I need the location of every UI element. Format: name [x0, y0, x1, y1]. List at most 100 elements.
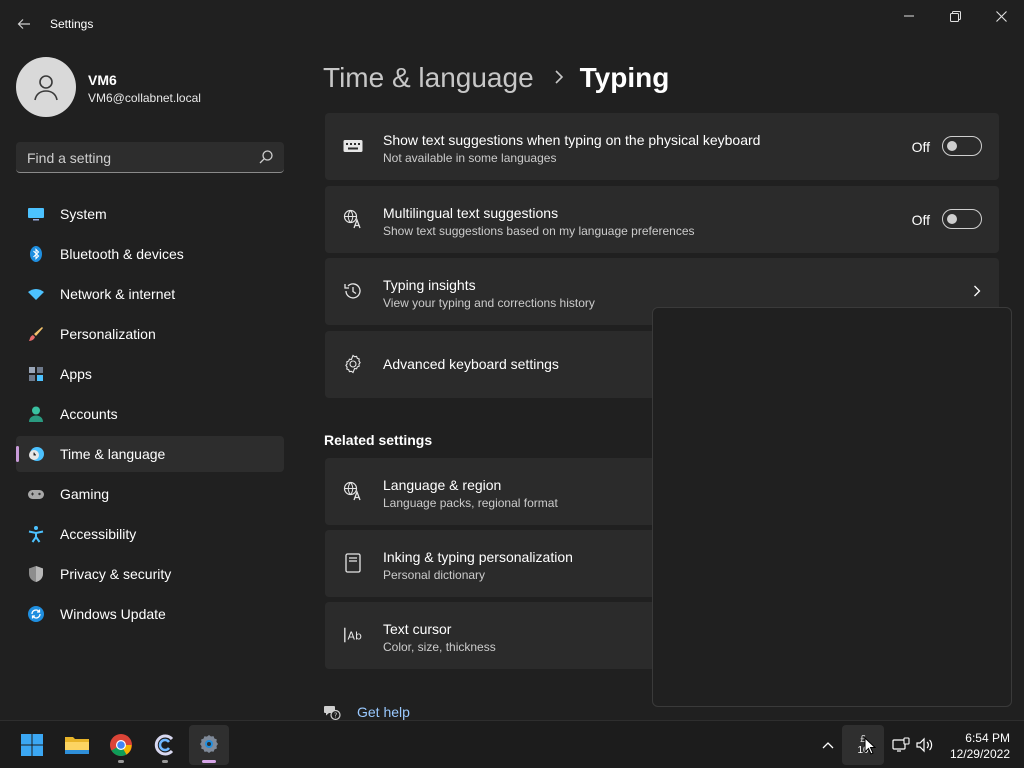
back-button[interactable] [10, 10, 38, 38]
settings-taskbar-button[interactable] [189, 725, 229, 765]
bluetooth-icon [27, 245, 45, 263]
sidebar-item-bluetooth[interactable]: Bluetooth & devices [16, 236, 284, 272]
close-icon [995, 10, 1007, 22]
clock[interactable]: 6:54 PM 12/29/2022 [950, 730, 1010, 762]
volume-icon [916, 737, 933, 753]
setting-subtitle: View your typing and corrections history [383, 296, 595, 310]
toggle-state: Off [911, 139, 930, 155]
chevron-right-icon [554, 68, 564, 89]
breadcrumb-parent[interactable]: Time & language [323, 62, 534, 94]
sidebar-item-accounts[interactable]: Accounts [16, 396, 284, 432]
sidebar-item-label: Accessibility [60, 526, 137, 542]
setting-subtitle: Not available in some languages [383, 151, 557, 165]
maximize-button[interactable] [932, 0, 978, 32]
chrome-button[interactable] [101, 725, 141, 765]
tray-partial-item[interactable]: £ 10 [842, 725, 884, 765]
title-bar: Settings [0, 0, 1024, 48]
sidebar-item-personalization[interactable]: Personalization [16, 316, 284, 352]
ccleaner-icon [154, 734, 174, 756]
clock-date: 12/29/2022 [949, 747, 1010, 761]
setting-subtitle: Show text suggestions based on my langua… [383, 224, 695, 238]
text-cursor-icon: Ab [343, 625, 363, 645]
start-icon [21, 734, 43, 756]
clock-globe-icon [27, 445, 45, 463]
person-icon [34, 75, 58, 101]
accessibility-icon [27, 525, 45, 543]
tray-flyout-panel[interactable] [652, 307, 1012, 707]
notebook-icon [343, 553, 363, 573]
brush-icon [27, 325, 45, 343]
running-indicator [202, 760, 216, 763]
show-hidden-icons-button[interactable] [816, 721, 840, 768]
setting-title: Advanced keyboard settings [383, 356, 559, 372]
wifi-icon [27, 285, 45, 303]
text-suggestions-card: Show text suggestions when typing on the… [325, 113, 999, 180]
setting-subtitle: Color, size, thickness [383, 640, 496, 654]
language-icon [343, 209, 363, 229]
setting-title: Show text suggestions when typing on the… [383, 132, 761, 148]
toggle-state: Off [911, 212, 930, 228]
volume-button[interactable] [914, 721, 936, 768]
setting-title: Language & region [383, 477, 502, 493]
apps-icon [27, 365, 45, 383]
running-indicator [118, 760, 124, 763]
sidebar-item-label: System [60, 206, 107, 222]
history-icon [343, 281, 363, 301]
help-chat-icon: ? [324, 706, 341, 721]
sidebar-item-label: Privacy & security [60, 566, 172, 582]
start-button[interactable] [12, 725, 52, 765]
minimize-button[interactable] [886, 0, 932, 32]
network-icon-button[interactable] [890, 721, 912, 768]
setting-title: Text cursor [383, 621, 452, 637]
language-icon [343, 481, 363, 501]
mouse-cursor-icon [864, 737, 876, 755]
sidebar-item-label: Gaming [60, 486, 110, 502]
ccleaner-button[interactable] [145, 725, 185, 765]
file-explorer-button[interactable] [57, 725, 97, 765]
clock-time: 6:54 PM [965, 731, 1010, 745]
avatar[interactable] [16, 57, 76, 117]
get-help-label: Get help [357, 704, 410, 720]
person-icon [27, 405, 45, 423]
sidebar-item-gaming[interactable]: Gaming [16, 476, 284, 512]
chevron-up-icon [822, 742, 834, 749]
multilingual-toggle[interactable] [942, 209, 982, 229]
sidebar-item-accessibility[interactable]: Accessibility [16, 516, 284, 552]
search-placeholder: Find a setting [27, 150, 112, 166]
app-title: Settings [50, 17, 94, 31]
sidebar-item-network[interactable]: Network & internet [16, 276, 284, 312]
svg-text:Ab: Ab [348, 630, 362, 643]
taskbar: £ 10 6:54 PM 12/29/2022 [0, 720, 1024, 768]
setting-title: Multilingual text suggestions [383, 205, 559, 221]
sidebar-item-time-language[interactable]: Time & language [16, 436, 284, 472]
sidebar-item-apps[interactable]: Apps [16, 356, 284, 392]
setting-title: Inking & typing personalization [383, 549, 573, 565]
text-suggestions-toggle[interactable] [942, 136, 982, 156]
monitor-icon [27, 205, 45, 223]
close-button[interactable] [978, 0, 1024, 32]
sidebar-item-label: Network & internet [60, 286, 176, 302]
svg-text:?: ? [334, 712, 338, 720]
setting-subtitle: Language packs, regional format [383, 496, 558, 510]
settings-icon [200, 735, 218, 753]
file-explorer-icon [65, 737, 89, 754]
sidebar-item-label: Time & language [60, 446, 166, 462]
sidebar-item-windows-update[interactable]: Windows Update [16, 596, 284, 632]
sidebar-item-label: Accounts [60, 406, 118, 422]
minimize-icon [904, 15, 914, 17]
sidebar-item-system[interactable]: System [16, 196, 284, 232]
chrome-icon [110, 734, 132, 756]
get-help-link[interactable]: ? Get help [323, 703, 410, 721]
arrow-left-icon [17, 19, 30, 29]
related-settings-heading: Related settings [324, 432, 433, 448]
network-wired-icon [892, 737, 910, 752]
sidebar-item-label: Bluetooth & devices [60, 246, 184, 262]
keyboard-icon [343, 136, 363, 156]
sidebar-item-privacy[interactable]: Privacy & security [16, 556, 284, 592]
running-indicator [162, 760, 168, 763]
chevron-right-icon [973, 284, 981, 300]
page-title: Typing [579, 62, 670, 93]
search-input[interactable]: Find a setting [16, 142, 284, 173]
shield-icon [27, 565, 45, 583]
update-icon [27, 605, 45, 623]
